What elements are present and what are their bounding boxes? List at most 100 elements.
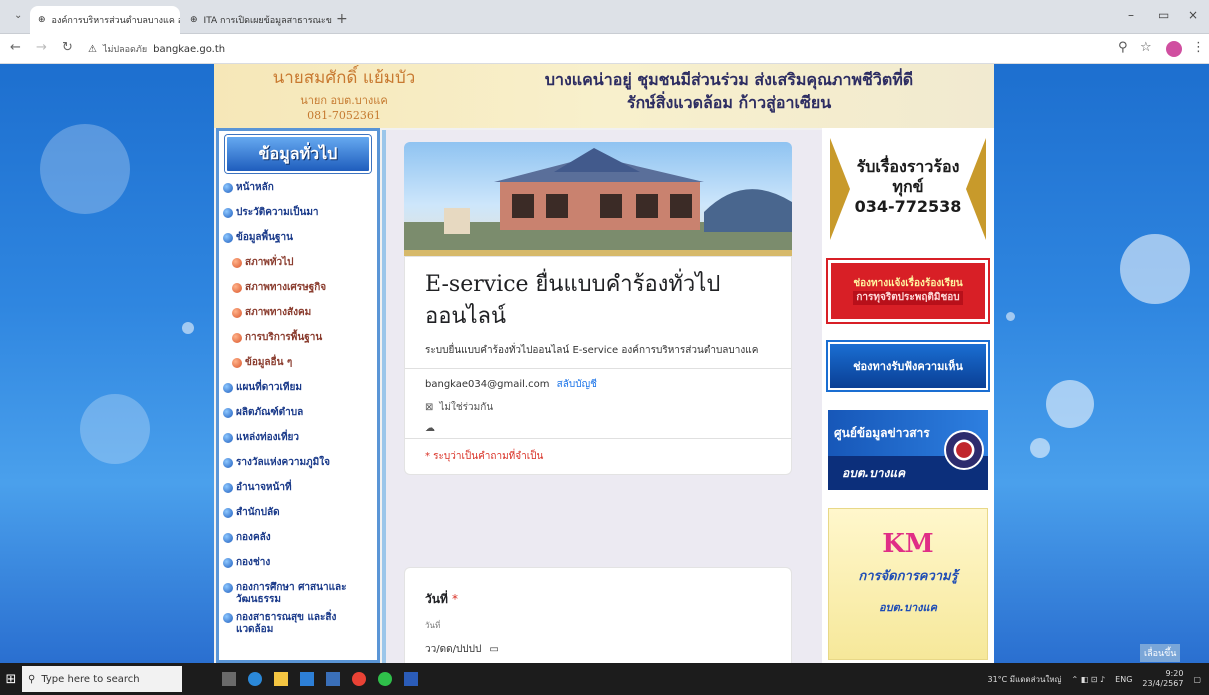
language-indicator[interactable]: ENG [1115,675,1132,684]
not-shared-icon: ⊠ [425,402,434,413]
sidebar-item-label: อำนาจหน้าที่ [236,482,292,493]
switch-account-link[interactable]: สลับบัญชี [557,379,597,390]
bullet-icon [223,558,233,568]
sidebar-title: ข้อมูลทั่วไป [225,135,371,173]
left-sidebar: ข้อมูลทั่วไป หน้าหลักประวัติความเป็นมาข้… [216,128,380,663]
bullet-icon [223,233,233,243]
tab-search-icon[interactable]: ⌄ [14,10,22,21]
sidebar-item[interactable]: การบริการพื้นฐาน [219,329,377,354]
decor-bubble [1006,312,1015,321]
building-illustration [404,148,792,256]
bullet-icon [223,613,233,623]
banner-decor [966,138,986,240]
sidebar-item-label: กองคลัง [236,532,271,543]
sidebar-item[interactable]: ข้อมูลอื่น ๆ [219,354,377,379]
sidebar-item[interactable]: กองคลัง [219,529,377,554]
taskbar-search[interactable]: ⚲ Type here to search [22,666,182,692]
address-bar: ← → ↻ ⚠ ไม่ปลอดภัย bangkae.go.th ⚲ ☆ ⋮ [0,34,1209,64]
url-field[interactable]: ⚠ ไม่ปลอดภัย bangkae.go.th [88,38,1088,60]
sidebar-item[interactable]: กองช่าง [219,554,377,579]
bullet-icon [223,208,233,218]
store-icon[interactable] [300,672,314,686]
complaint-banner[interactable]: รับเรื่องราวร้องทุกข์ 034-772538 [828,136,988,240]
sidebar-item[interactable]: แหล่งท่องเที่ยว [219,429,377,454]
sidebar-item[interactable]: กองสาธารณสุข และสิ่งแวดล้อม [219,609,377,639]
restore-icon[interactable]: ▭ [1158,8,1169,22]
sidebar-item[interactable]: ผลิตภัณฑ์ตำบล [219,404,377,429]
required-note: * ระบุว่าเป็นคำถามที่จำเป็น [425,451,544,462]
sidebar-item[interactable]: สภาพทางสังคม [219,304,377,329]
sidebar-item-label: สำนักปลัด [236,507,280,518]
close-window-icon[interactable]: × [1188,8,1198,22]
more-menu-icon[interactable]: ⋮ [1192,40,1205,55]
file-explorer-icon[interactable] [274,672,288,686]
line-icon[interactable] [378,672,392,686]
mail-icon[interactable] [326,672,340,686]
tray-icons[interactable]: ⌃ ◧ ⊡ ♪ [1071,675,1105,684]
sidebar-item[interactable]: หน้าหลัก [219,179,377,204]
complaint-phone: 034-772538 [854,197,962,216]
right-banner-column: รับเรื่องราวร้องทุกข์ 034-772538 ช่องทาง… [822,128,994,663]
chrome-icon[interactable] [352,672,366,686]
mayor-name: นายสมศักดิ์ แย้มบัว [272,68,416,88]
sidebar-item[interactable]: สำนักปลัด [219,504,377,529]
task-view-icon[interactable] [222,672,236,686]
tab-active[interactable]: ⊕ องค์การบริหารส่วนตำบลบางแค อ.อ... × [30,6,180,34]
sidebar-item[interactable]: กองการศึกษา ศาสนาและวัฒนธรรม [219,579,377,609]
sidebar-menu: หน้าหลักประวัติความเป็นมาข้อมูลพื้นฐานสภ… [219,179,377,639]
word-icon[interactable] [404,672,418,686]
slogan-line: บางแคน่าอยู่ ชุมชนมีส่วนร่วม ส่งเสริมคุณ… [544,70,914,89]
km-line2: อบต.บางแค [879,601,937,614]
clock[interactable]: 9:20 23/4/2567 [1142,669,1183,689]
edge-icon[interactable] [248,672,262,686]
km-banner[interactable]: KM การจัดการความรู้ อบต.บางแค [828,508,988,660]
forward-icon[interactable]: → [36,40,47,55]
account-row: bangkae034@gmail.com สลับบัญชี [405,369,791,396]
calendar-icon[interactable]: ▭ [489,644,498,655]
system-tray: 31°C มีแดดส่วนใหญ่ ⌃ ◧ ⊡ ♪ ENG 9:20 23/4… [987,669,1209,689]
new-tab-icon[interactable]: + [336,11,348,27]
cloud-check-icon: ☁ [425,423,435,434]
profile-avatar[interactable] [1166,41,1182,57]
sidebar-item[interactable]: สภาพทางเศรษฐกิจ [219,279,377,304]
back-icon[interactable]: ← [10,40,21,55]
bookmark-star-icon[interactable]: ☆ [1140,40,1152,55]
reload-icon[interactable]: ↻ [62,40,73,55]
notification-icon[interactable]: ▢ [1193,675,1201,684]
opinion-banner[interactable]: ช่องทางรับฟังความเห็น [828,342,988,390]
minimize-icon[interactable]: – [1128,8,1134,22]
sidebar-item[interactable]: ข้อมูลพื้นฐาน [219,229,377,254]
bullet-icon [223,383,233,393]
required-star: * [452,592,459,606]
zoom-icon[interactable]: ⚲ [1118,40,1128,55]
sidebar-item-label: แหล่งท่องเที่ยว [236,432,300,443]
corruption-report-banner[interactable]: ช่องทางแจ้งเรื่องร้องเรียน การทุจริตประพ… [828,260,988,322]
sidebar-item[interactable]: สภาพทั่วไป [219,254,377,279]
seal-logo-icon [944,430,984,470]
sidebar-item-label: ประวัติความเป็นมา [236,207,319,218]
slogan-line: รักษ์สิ่งแวดล้อม ก้าวสู่อาเซียน [626,93,832,112]
sidebar-item-label: ข้อมูลพื้นฐาน [236,232,293,243]
scroll-to-top-button[interactable]: เลื่อนขึ้น [1140,644,1181,662]
bullet-icon [223,183,233,193]
tab-inactive[interactable]: ⊕ ITA การเปิดเผยข้อมูลสาธารณะของหน่วยงาน… [182,6,332,34]
browser-window: ⌄ ⊕ องค์การบริหารส่วนตำบลบางแค อ.อ... × … [0,0,1209,695]
not-shared-row: ⊠ ไม่ใช่ร่วมกัน [405,396,791,419]
km-title: KM [882,529,934,559]
sidebar-item-label: กองการศึกษา ศาสนาและวัฒนธรรม [236,582,347,605]
news-center-banner[interactable]: ศูนย์ข้อมูลข่าวสาร อบต.บางแค [828,410,988,490]
question-label: วันที่ * [405,568,791,619]
weather-text[interactable]: 31°C มีแดดส่วนใหญ่ [987,673,1061,686]
sidebar-item[interactable]: รางวัลแห่งความภูมิใจ [219,454,377,479]
mayor-phone: 081-7052361 [307,109,381,122]
security-label: ไม่ปลอดภัย [102,45,148,55]
corruption-line2: การทุจริตประพฤติมิชอบ [853,291,963,305]
sidebar-item[interactable]: อำนาจหน้าที่ [219,479,377,504]
date-input[interactable]: วว/ดด/ปปปป ▭ [425,642,505,657]
sidebar-item[interactable]: แผนที่ดาวเทียม [219,379,377,404]
start-button-icon[interactable]: ⊞ [0,663,22,695]
sidebar-item-label: สภาพทั่วไป [245,257,294,268]
sidebar-item[interactable]: ประวัติความเป็นมา [219,204,377,229]
bullet-icon [223,583,233,593]
mayor-role: นายก อบต.บางแค [300,94,388,107]
